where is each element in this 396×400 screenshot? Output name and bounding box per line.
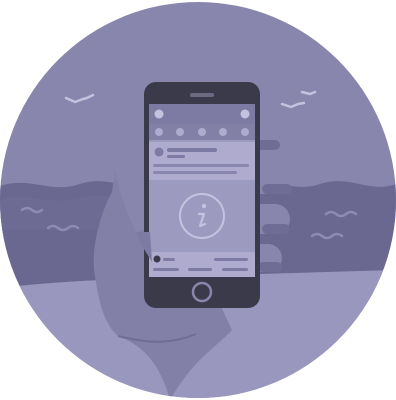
top-bar-dot-left <box>154 109 164 119</box>
post-title-line <box>167 148 217 152</box>
post-card <box>149 142 255 180</box>
top-bar-dot-right <box>240 109 250 119</box>
smartphone <box>144 82 260 308</box>
post-image <box>149 182 255 250</box>
phone-speaker <box>190 93 214 97</box>
footer-action-3[interactable] <box>222 268 248 271</box>
post-subtitle-line <box>167 155 185 158</box>
footer-name-line <box>163 258 175 261</box>
footer-action-1[interactable] <box>153 268 179 271</box>
post-text-line-1 <box>153 164 249 167</box>
illustration <box>0 0 396 400</box>
footer-avatar <box>153 255 161 263</box>
post-footer <box>149 252 255 277</box>
post-avatar <box>154 147 164 157</box>
beach-phone-illustration <box>0 2 396 398</box>
footer-action-2[interactable] <box>188 268 212 271</box>
screen-top-bar <box>149 104 255 124</box>
post-text-line-2 <box>153 171 237 174</box>
footer-meta-line <box>214 258 248 261</box>
